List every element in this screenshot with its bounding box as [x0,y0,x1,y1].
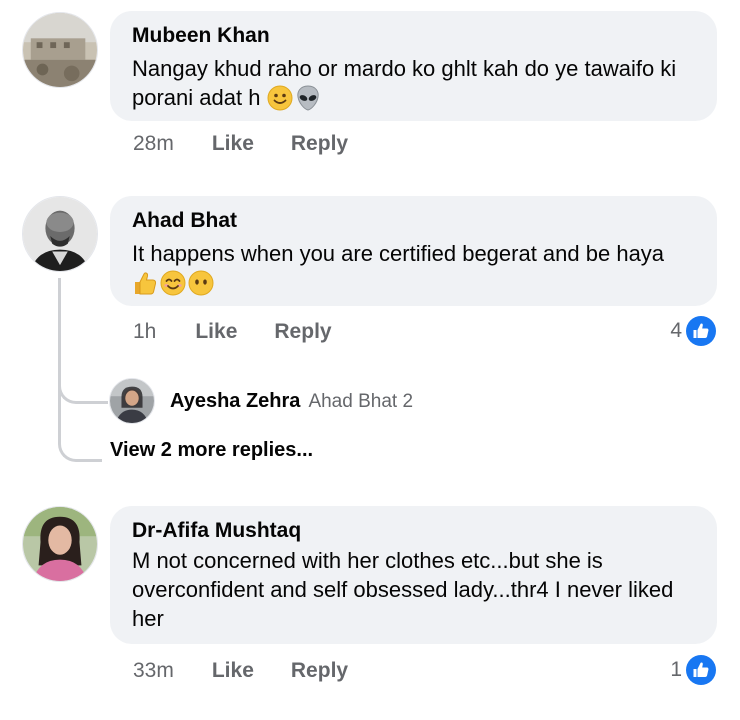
reply-link[interactable]: Reply [274,320,331,344]
comment-author[interactable]: Mubeen Khan [132,23,695,49]
comment-timestamp[interactable]: 33m [133,659,174,683]
like-reaction-icon [686,655,716,685]
slightly-smiling-face-icon [267,85,293,111]
like-reaction-icon [686,316,716,346]
comment-text: M not concerned with her clothes etc...b… [132,546,695,633]
comment-actions: 33m Like Reply [133,659,348,683]
comment-bubble: Ahad Bhat It happens when you are certif… [110,196,717,306]
reaction-count[interactable]: 4 [670,316,716,346]
alien-icon [296,85,319,111]
thread-connector-curve [58,394,102,462]
reply-link[interactable]: Reply [291,659,348,683]
reaction-count-number: 1 [670,658,682,681]
comment-bubble: Mubeen Khan Nangay khud raho or mardo ko… [110,11,717,121]
reply-author: Ayesha Zehra [170,390,301,412]
comment-actions: 28m Like Reply [133,132,348,156]
reply-preview[interactable]: Ayesha Zehra Ahad Bhat 2 [170,390,413,413]
avatar-mubeen-khan[interactable] [22,12,98,88]
comment-text: Nangay khud raho or mardo ko ghlt kah do… [132,56,677,111]
reaction-count[interactable]: 1 [670,655,716,685]
avatar-ahad-bhat[interactable] [22,196,98,272]
comment-timestamp[interactable]: 1h [133,320,156,344]
comment-author[interactable]: Ahad Bhat [132,208,695,234]
like-link[interactable]: Like [212,659,254,683]
avatar-afifa-mushtaq[interactable] [22,506,98,582]
comment-text-line: M not concerned with her clothes etc...b… [132,548,603,573]
comment-actions: 1h Like Reply [133,320,332,344]
comment-timestamp[interactable]: 28m [133,132,174,156]
thumbs-up-icon [135,272,157,295]
comment-text-line: overconfident and self obsessed lady...t… [132,577,674,602]
reply-link[interactable]: Reply [291,132,348,156]
smiling-face-icon [160,270,186,296]
view-more-replies-link[interactable]: View 2 more replies... [110,439,313,462]
reply-snippet: Ahad Bhat 2 [308,391,414,412]
comment-text-line: her [132,606,164,631]
woman-portrait-icon [23,507,97,581]
man-portrait-icon [23,197,97,271]
woman-portrait-icon [110,379,154,423]
reaction-count-number: 4 [670,319,682,342]
comment-author[interactable]: Dr-Afifa Mushtaq [132,518,695,544]
thread-connector-line [58,278,61,394]
comment-text: It happens when you are certified begera… [132,239,695,297]
comment-bubble: Dr-Afifa Mushtaq M not concerned with he… [110,506,717,644]
avatar-ayesha-zehra[interactable] [109,378,155,424]
like-link[interactable]: Like [195,320,237,344]
no-mouth-face-icon [188,270,214,296]
ruins-photo-icon [23,13,97,87]
like-link[interactable]: Like [212,132,254,156]
